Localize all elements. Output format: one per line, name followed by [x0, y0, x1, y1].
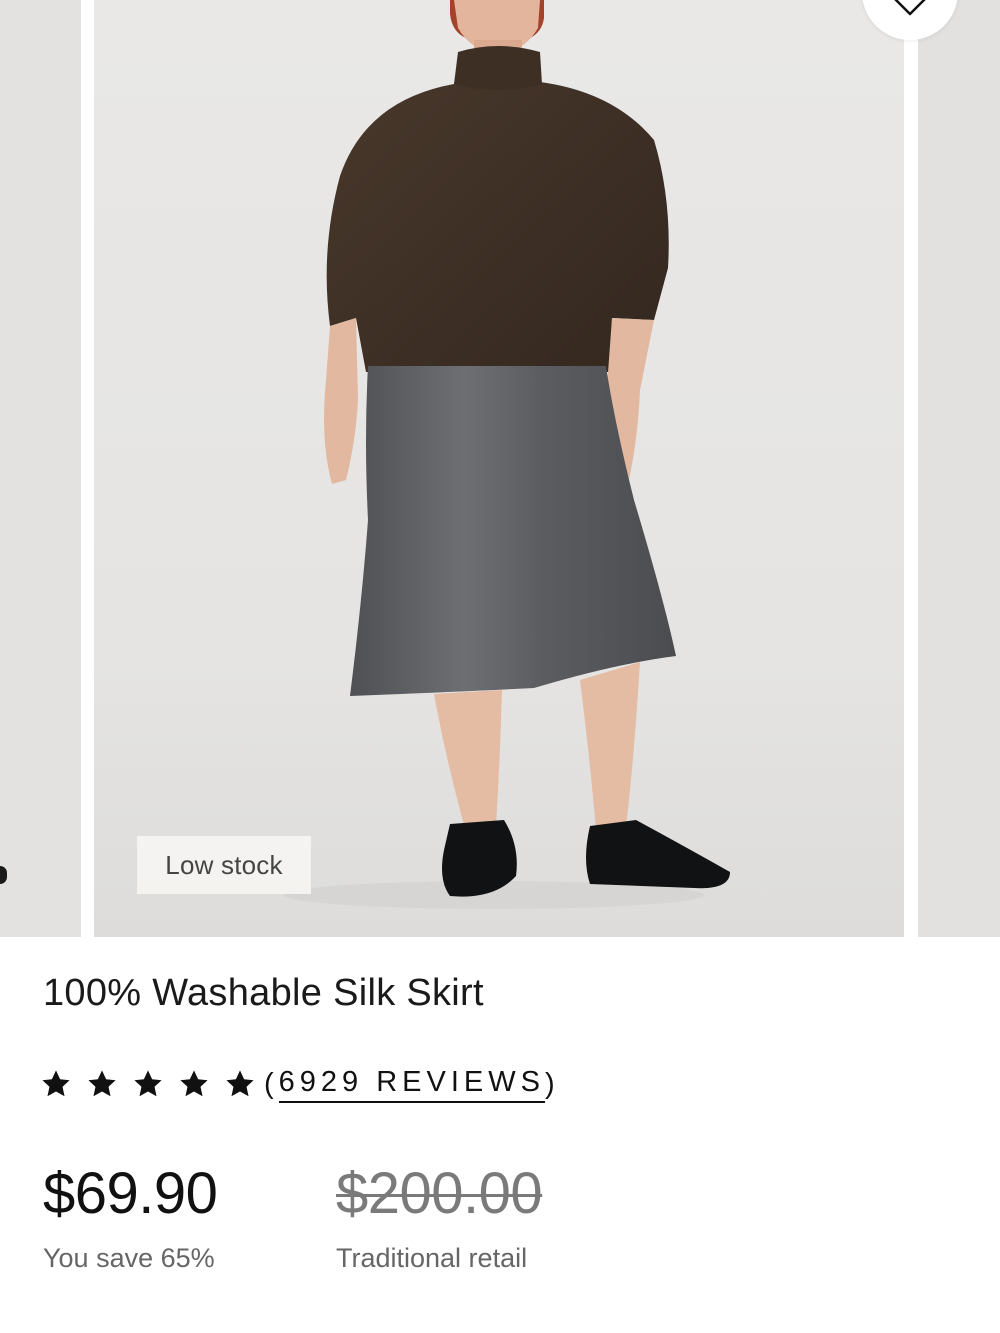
reviews-link[interactable]: ( 6929 REVIEWS ) [264, 1066, 560, 1103]
star-icon [180, 1070, 208, 1097]
low-stock-badge: Low stock [137, 836, 311, 894]
product-photo [284, 0, 730, 909]
reviews-open-paren: ( [264, 1067, 279, 1100]
image-carousel[interactable]: Low stock [0, 0, 1000, 937]
carousel-slide-next[interactable] [918, 0, 1000, 937]
retail-price-block: $200.00 Traditional retail [336, 1160, 543, 1274]
sale-price-block: $69.90 You save 65% [43, 1160, 218, 1274]
reviews-close-paren: ) [545, 1067, 560, 1100]
shoe-fragment [0, 866, 7, 884]
star-rating [40, 1068, 256, 1100]
retail-label: Traditional retail [336, 1243, 528, 1273]
savings-text: You save 65% [43, 1243, 215, 1273]
product-title: 100% Washable Silk Skirt [43, 972, 484, 1014]
star-icon [226, 1070, 254, 1097]
sale-price: $69.90 [43, 1161, 218, 1226]
star-icon [88, 1070, 116, 1097]
heart-icon [894, 0, 926, 16]
rating-row: ( 6929 REVIEWS ) [40, 1062, 560, 1106]
star-icon [134, 1070, 162, 1097]
carousel-slide-current[interactable]: Low stock [94, 0, 904, 937]
reviews-count[interactable]: 6929 REVIEWS [278, 1066, 545, 1103]
carousel-slide-previous[interactable] [0, 0, 81, 937]
star-icon [42, 1070, 70, 1097]
retail-price: $200.00 [336, 1161, 543, 1226]
